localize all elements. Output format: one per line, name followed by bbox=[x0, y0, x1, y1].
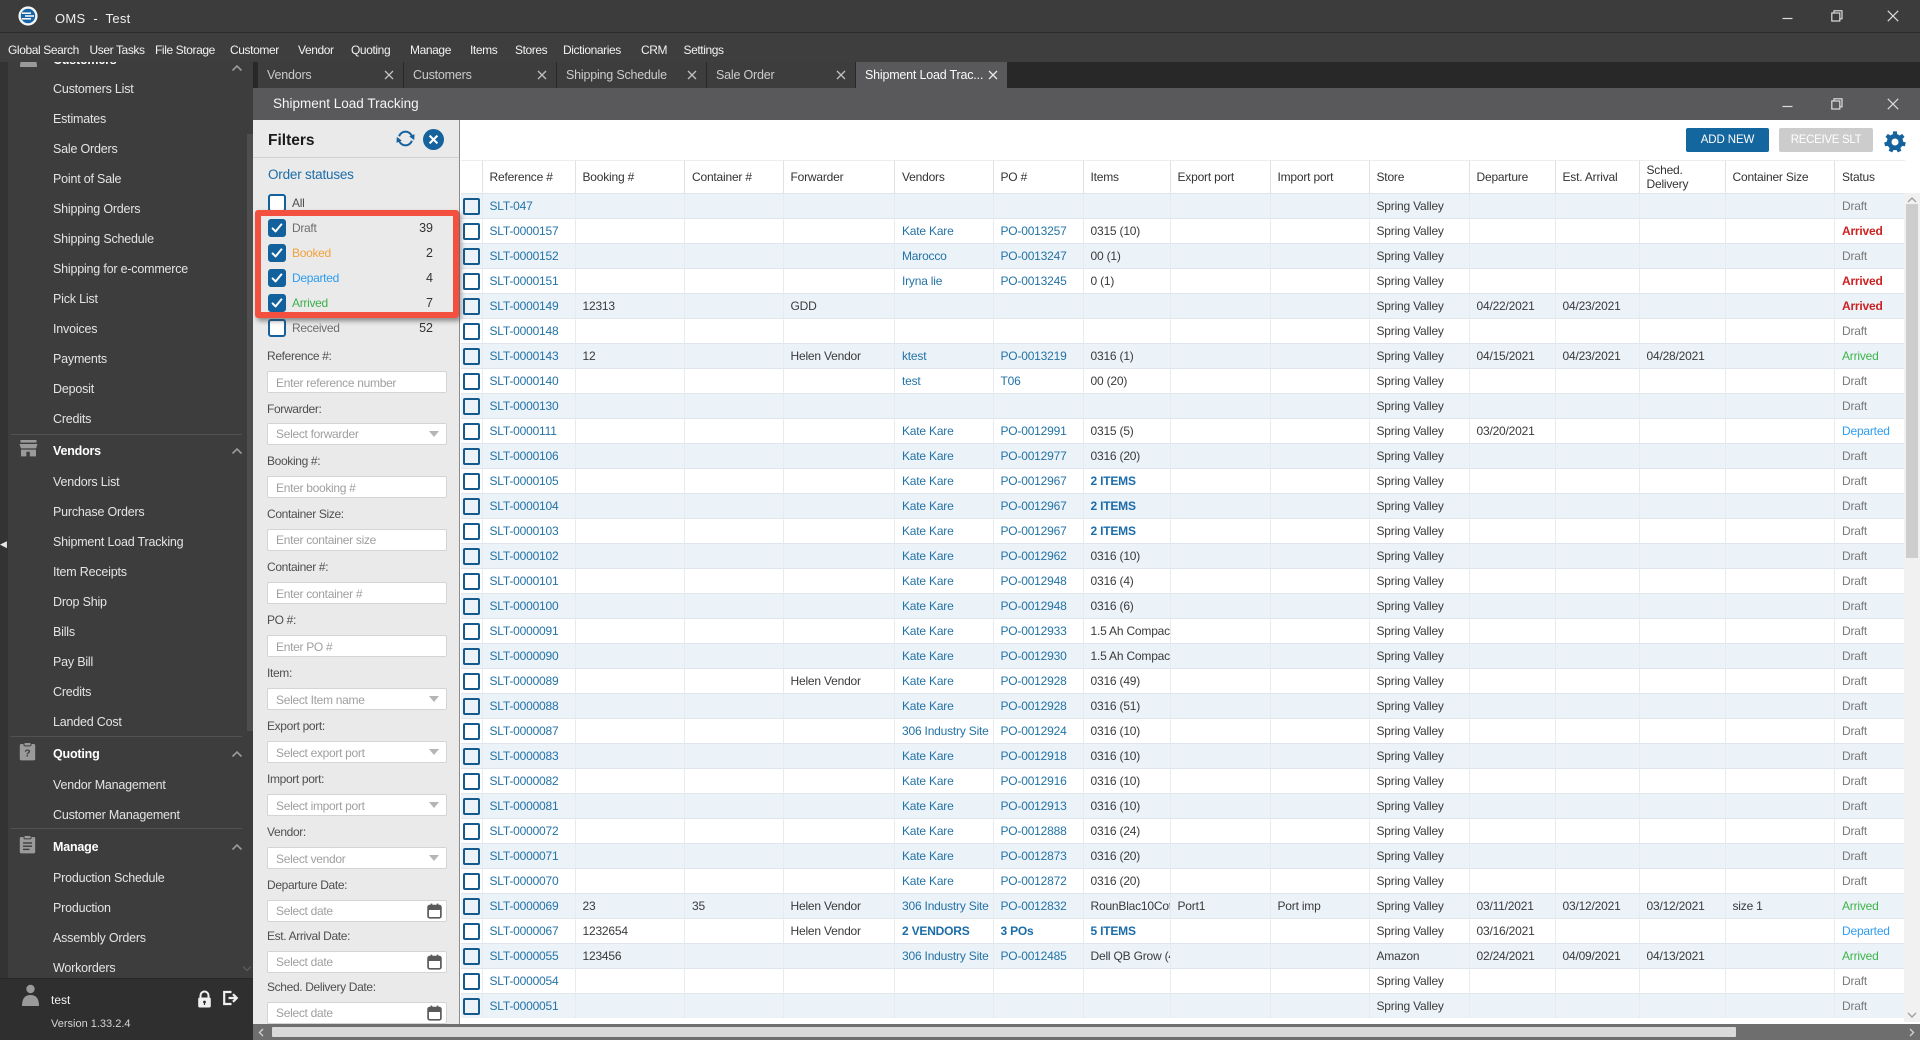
svg-text:?: ? bbox=[24, 747, 30, 759]
